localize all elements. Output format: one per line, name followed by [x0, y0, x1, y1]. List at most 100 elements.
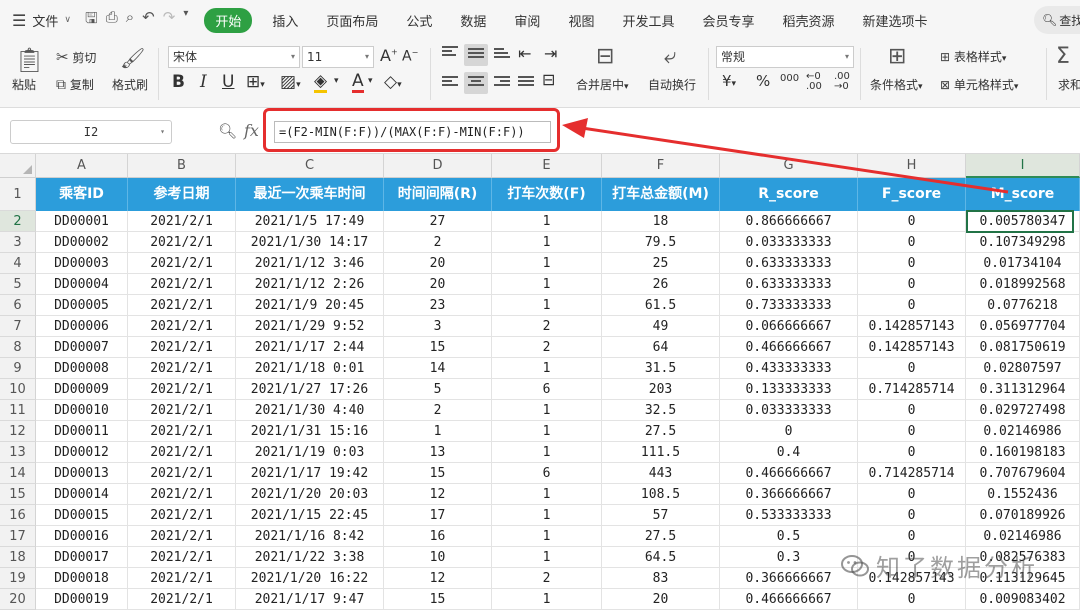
table-cell[interactable]: 20 [384, 253, 492, 274]
table-cell[interactable]: 10 [384, 547, 492, 568]
row-header[interactable]: 2 [0, 211, 36, 232]
table-cell[interactable]: 0.714285714 [858, 463, 966, 484]
save-icon[interactable]: 🖫 [85, 8, 98, 33]
table-cell[interactable]: DD00008 [36, 358, 128, 379]
merge-center-icon[interactable]: ⊟ [596, 44, 614, 69]
undo-icon[interactable]: ↶ [142, 8, 155, 33]
table-cell[interactable]: 2021/2/1 [128, 316, 236, 337]
row-header[interactable]: 20 [0, 589, 36, 610]
table-cell[interactable]: 2021/1/16 8:42 [236, 526, 384, 547]
header-cell[interactable]: 参考日期 [128, 178, 236, 211]
table-cell[interactable]: 2021/2/1 [128, 379, 236, 400]
table-cell[interactable]: DD00001 [36, 211, 128, 232]
table-cell[interactable]: 23 [384, 295, 492, 316]
wrap-text-button[interactable]: 自动换行 [648, 76, 696, 93]
table-cell[interactable]: 20 [384, 274, 492, 295]
paste-icon[interactable]: 📋︎ [14, 46, 44, 74]
table-cell[interactable]: 0.081750619 [966, 337, 1080, 358]
select-all-corner[interactable] [0, 154, 36, 178]
table-cell[interactable]: 79.5 [602, 232, 720, 253]
table-cell[interactable]: 2021/1/31 15:16 [236, 421, 384, 442]
customize-icon[interactable]: ▾ [183, 8, 188, 33]
table-cell[interactable]: 31.5 [602, 358, 720, 379]
table-cell[interactable]: 0.366666667 [720, 484, 858, 505]
row-header[interactable]: 8 [0, 337, 36, 358]
table-cell[interactable]: 0.029727498 [966, 400, 1080, 421]
table-cell[interactable]: 25 [602, 253, 720, 274]
fill-pattern-icon[interactable]: ▨▾ [280, 72, 301, 92]
table-cell[interactable]: 83 [602, 568, 720, 589]
table-cell[interactable]: DD00013 [36, 463, 128, 484]
table-cell[interactable]: 2021/2/1 [128, 484, 236, 505]
table-cell[interactable]: DD00018 [36, 568, 128, 589]
column-header-f[interactable]: F [602, 154, 720, 178]
table-cell[interactable]: 1 [492, 442, 602, 463]
tab-10[interactable]: 新建选项卡 [849, 11, 942, 30]
table-cell[interactable]: 0.633333333 [720, 253, 858, 274]
column-header-i[interactable]: I [966, 154, 1080, 178]
table-cell[interactable]: 0.5 [720, 526, 858, 547]
row-header[interactable]: 13 [0, 442, 36, 463]
table-cell[interactable]: 16 [384, 526, 492, 547]
table-cell[interactable]: 111.5 [602, 442, 720, 463]
table-style-button[interactable]: ⊞ 表格样式▾ [940, 48, 1006, 65]
table-cell[interactable]: 0.033333333 [720, 232, 858, 253]
font-color-icon[interactable]: A [352, 72, 364, 93]
table-cell[interactable]: 0.142857143 [858, 316, 966, 337]
table-cell[interactable]: 13 [384, 442, 492, 463]
name-box[interactable]: I2 ▾ [10, 120, 172, 144]
table-cell[interactable]: 108.5 [602, 484, 720, 505]
table-cell[interactable]: 57 [602, 505, 720, 526]
header-cell[interactable]: R_score [720, 178, 858, 211]
table-cell[interactable]: 0 [858, 442, 966, 463]
table-cell[interactable]: 2021/1/19 0:03 [236, 442, 384, 463]
tab-7[interactable]: 开发工具 [608, 11, 688, 30]
table-cell[interactable]: 0.113129645 [966, 568, 1080, 589]
italic-icon[interactable]: I [200, 72, 207, 92]
table-cell[interactable]: 0.142857143 [858, 337, 966, 358]
column-header-d[interactable]: D [384, 154, 492, 178]
table-cell[interactable]: 0.466666667 [720, 463, 858, 484]
column-header-b[interactable]: B [128, 154, 236, 178]
row-header[interactable]: 9 [0, 358, 36, 379]
wrap-text-icon[interactable]: ⤶ [664, 44, 676, 69]
table-cell[interactable]: DD00019 [36, 589, 128, 610]
distribute-icon[interactable]: ⊟ [542, 70, 555, 89]
table-cell[interactable]: 0.533333333 [720, 505, 858, 526]
table-cell[interactable]: 2 [492, 568, 602, 589]
tab-1[interactable]: 插入 [258, 11, 312, 30]
print-icon[interactable]: ⎙ [106, 8, 118, 33]
table-cell[interactable]: 27.5 [602, 526, 720, 547]
table-cell[interactable]: 0.133333333 [720, 379, 858, 400]
table-cell[interactable]: 0 [858, 484, 966, 505]
row-header[interactable]: 11 [0, 400, 36, 421]
tab-5[interactable]: 审阅 [500, 11, 554, 30]
table-cell[interactable]: 0 [858, 505, 966, 526]
table-cell[interactable]: 0.02807597 [966, 358, 1080, 379]
table-cell[interactable]: 14 [384, 358, 492, 379]
table-cell[interactable]: 2021/1/20 16:22 [236, 568, 384, 589]
table-cell[interactable]: 2 [492, 316, 602, 337]
sum-icon[interactable]: Σ [1056, 44, 1070, 69]
table-cell[interactable]: 2021/2/1 [128, 232, 236, 253]
clear-format-icon[interactable]: ◇▾ [384, 72, 402, 92]
table-cell[interactable]: 12 [384, 568, 492, 589]
table-cell[interactable]: 2021/2/1 [128, 358, 236, 379]
sum-button[interactable]: 求和 [1058, 76, 1080, 93]
conditional-format-icon[interactable]: ⊞ [888, 44, 906, 69]
table-cell[interactable]: 0.3 [720, 547, 858, 568]
decrease-font-icon[interactable]: A− [402, 48, 418, 65]
table-cell[interactable]: 2021/1/30 4:40 [236, 400, 384, 421]
table-cell[interactable]: 0 [858, 358, 966, 379]
table-cell[interactable]: 0 [858, 421, 966, 442]
number-format-select[interactable]: 常规 ▾ [716, 46, 854, 68]
tab-2[interactable]: 页面布局 [312, 11, 392, 30]
table-cell[interactable]: 2021/1/9 20:45 [236, 295, 384, 316]
table-cell[interactable]: 1 [492, 547, 602, 568]
table-cell[interactable]: DD00017 [36, 547, 128, 568]
table-cell[interactable]: 2021/1/15 22:45 [236, 505, 384, 526]
table-cell[interactable]: 0.0776218 [966, 295, 1080, 316]
table-cell[interactable]: 1 [492, 505, 602, 526]
table-cell[interactable]: 2021/2/1 [128, 274, 236, 295]
cut-button[interactable]: ✂ 剪切 [56, 48, 96, 66]
